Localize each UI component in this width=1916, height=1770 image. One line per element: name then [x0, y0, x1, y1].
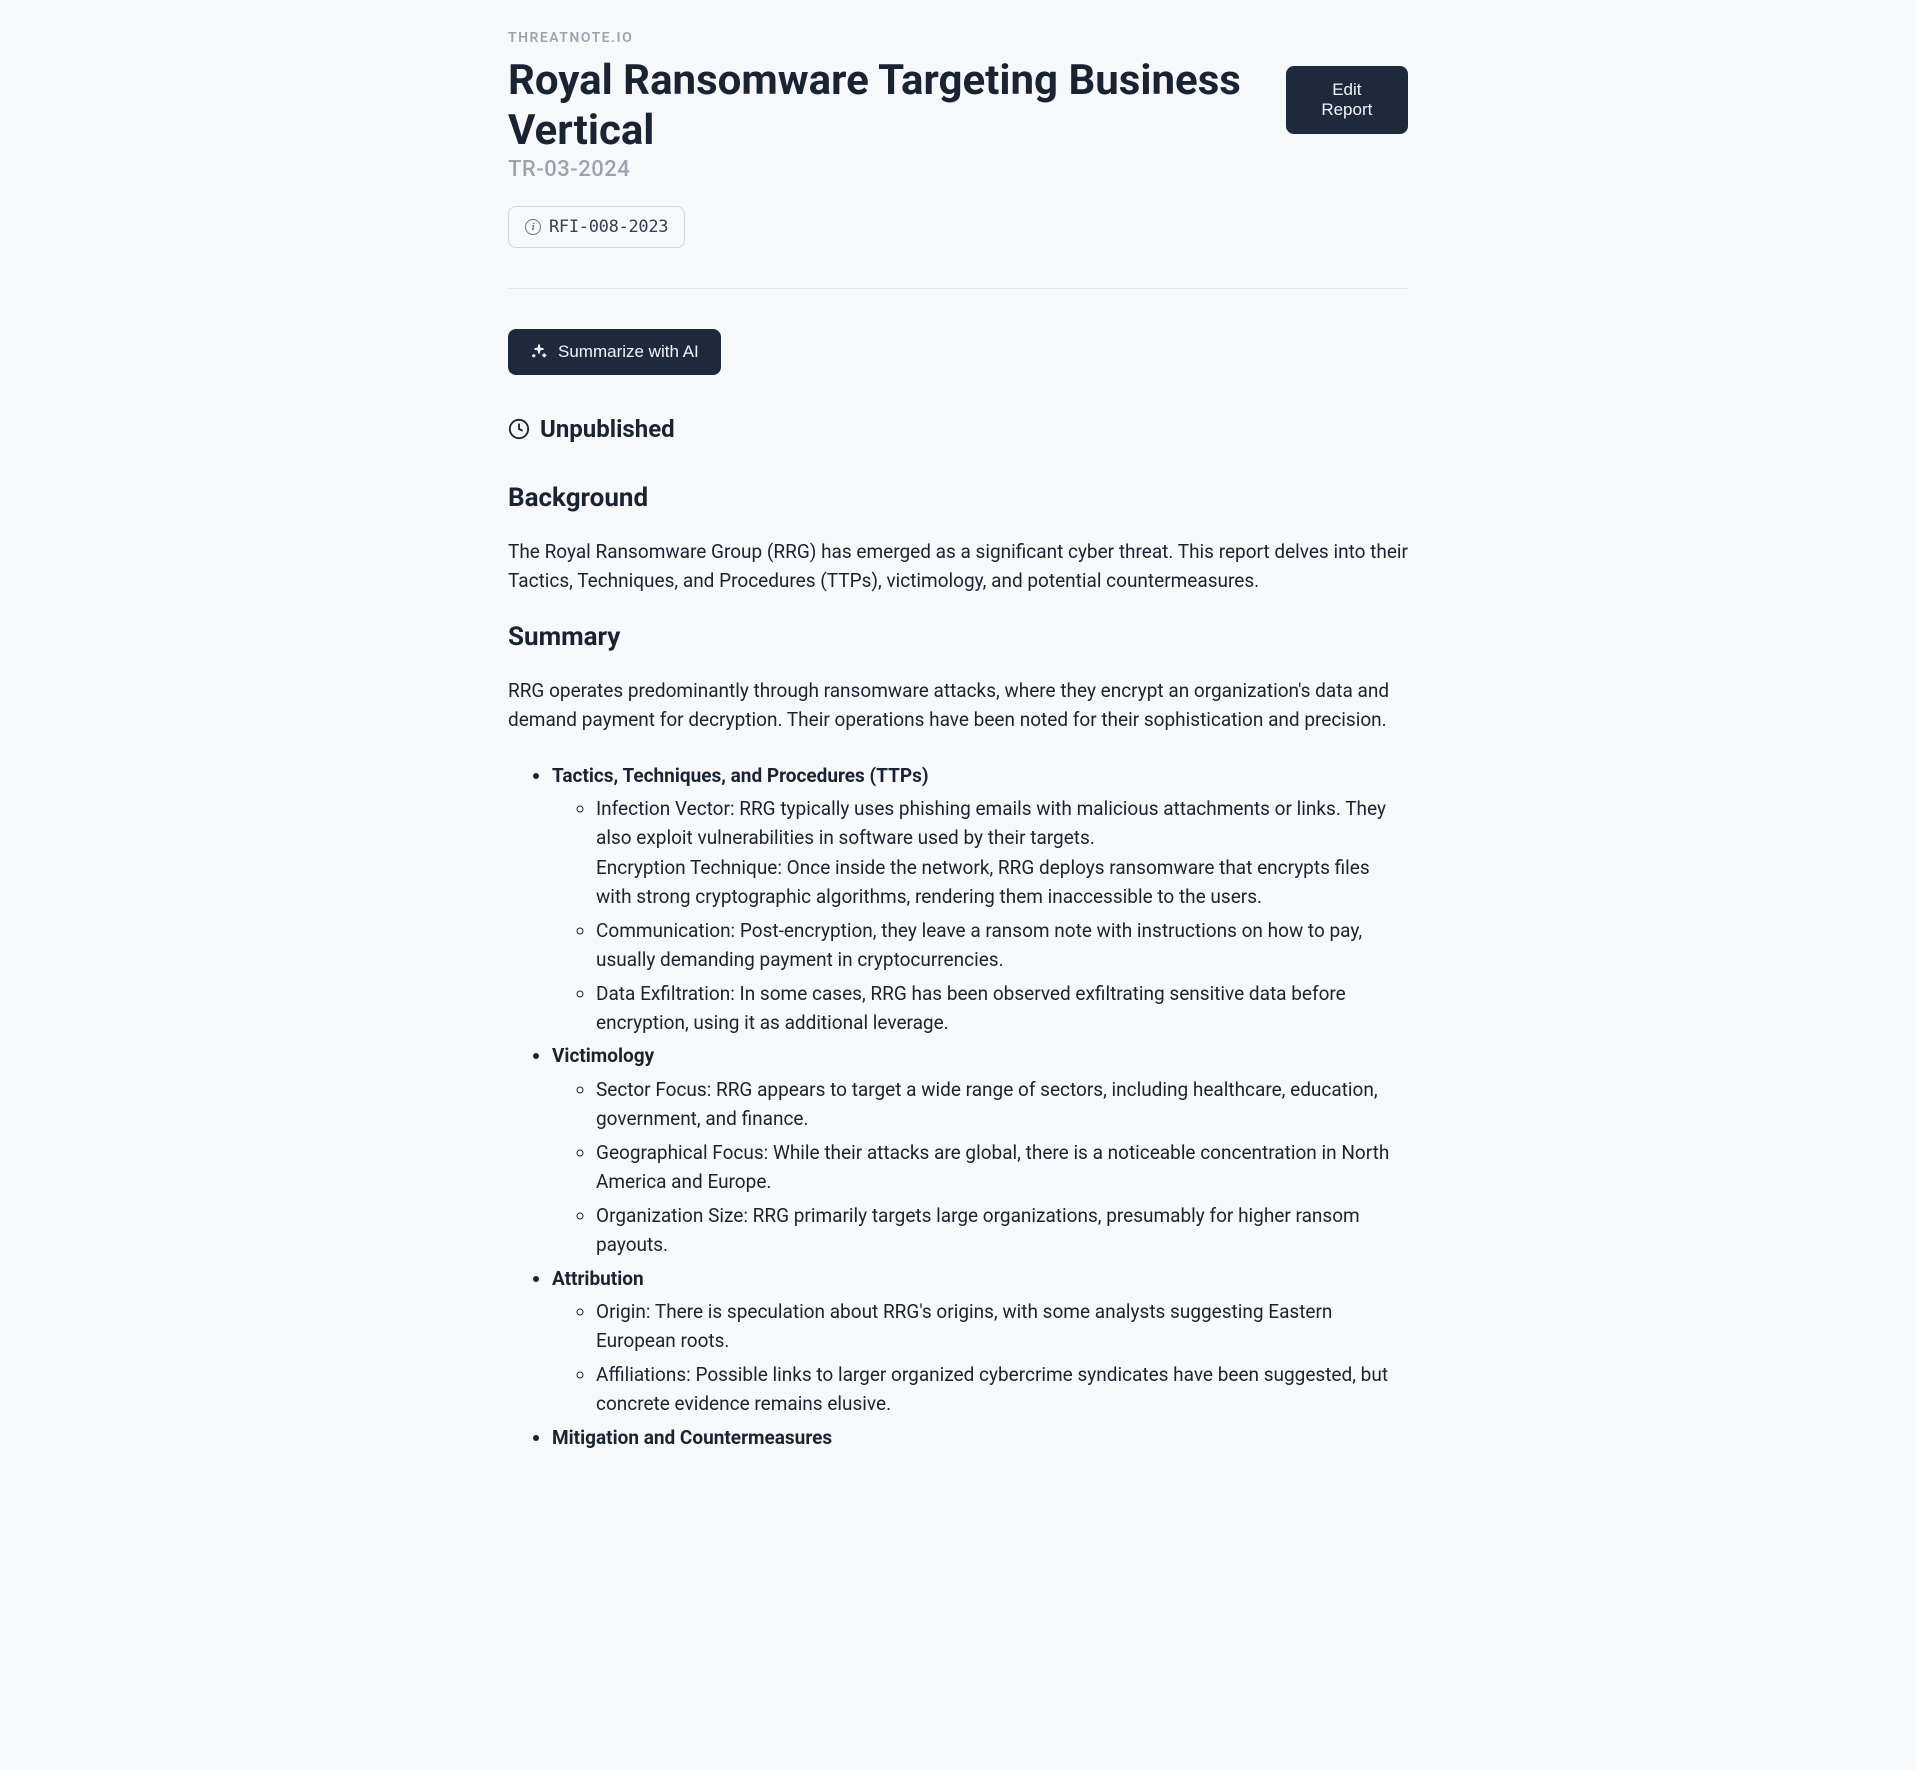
sub-item: Geographical Focus: While their attacks … [596, 1138, 1408, 1197]
summarize-ai-button[interactable]: Summarize with AI [508, 329, 721, 375]
background-heading: Background [508, 483, 1408, 513]
sub-item: Data Exfiltration: In some cases, RRG ha… [596, 979, 1408, 1038]
list-heading-mitigation: Mitigation and Countermeasures [552, 1426, 832, 1449]
info-icon: i [525, 219, 541, 235]
title-block: Royal Ransomware Targeting Business Vert… [508, 56, 1286, 182]
sparkle-icon [530, 343, 548, 361]
sub-list: Origin: There is speculation about RRG's… [552, 1297, 1408, 1419]
header-row: Royal Ransomware Targeting Business Vert… [508, 56, 1408, 182]
sub-item: Sector Focus: RRG appears to target a wi… [596, 1075, 1408, 1134]
list-item: Mitigation and Countermeasures [552, 1423, 1408, 1452]
list-heading-attribution: Attribution [552, 1267, 644, 1290]
sub-item: Affiliations: Possible links to larger o… [596, 1360, 1408, 1419]
rfi-tag[interactable]: i RFI-008-2023 [508, 206, 685, 248]
sub-item: Organization Size: RRG primarily targets… [596, 1201, 1408, 1260]
sub-list: Sector Focus: RRG appears to target a wi… [552, 1075, 1408, 1260]
divider [508, 288, 1408, 289]
status-text: Unpublished [540, 415, 675, 443]
list-heading-victimology: Victimology [552, 1044, 654, 1067]
list-heading-ttps: Tactics, Techniques, and Procedures (TTP… [552, 764, 929, 787]
summarize-ai-label: Summarize with AI [558, 342, 699, 362]
edit-report-button[interactable]: Edit Report [1286, 66, 1408, 134]
brand-label: THREATNOTE.IO [508, 30, 1408, 46]
report-id: TR-03-2024 [508, 157, 1286, 182]
report-title: Royal Ransomware Targeting Business Vert… [508, 56, 1286, 157]
sub-item: Origin: There is speculation about RRG's… [596, 1297, 1408, 1356]
clock-icon [508, 418, 530, 440]
background-text: The Royal Ransomware Group (RRG) has eme… [508, 537, 1408, 596]
list-item: Tactics, Techniques, and Procedures (TTP… [552, 761, 1408, 1038]
list-item: Attribution Origin: There is speculation… [552, 1264, 1408, 1419]
list-item: Victimology Sector Focus: RRG appears to… [552, 1041, 1408, 1259]
sub-item: Infection Vector: RRG typically uses phi… [596, 794, 1408, 912]
rfi-tag-label: RFI-008-2023 [549, 217, 668, 237]
summary-text: RRG operates predominantly through ranso… [508, 676, 1408, 735]
sub-list: Infection Vector: RRG typically uses phi… [552, 794, 1408, 1038]
content-list: Tactics, Techniques, and Procedures (TTP… [508, 761, 1408, 1453]
summary-heading: Summary [508, 622, 1408, 652]
status-row: Unpublished [508, 415, 1408, 443]
sub-item: Communication: Post-encryption, they lea… [596, 916, 1408, 975]
